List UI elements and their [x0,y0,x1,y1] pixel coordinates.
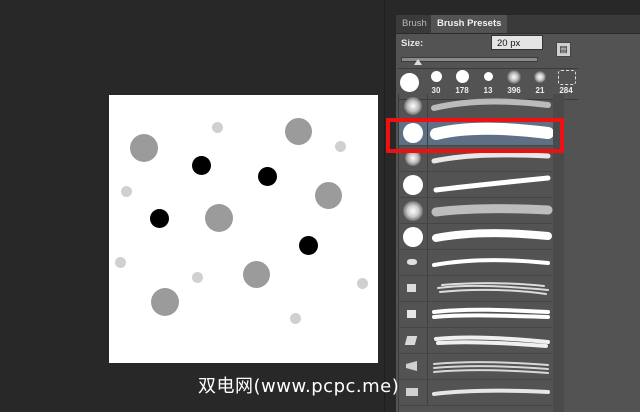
workspace-divider [384,0,385,412]
size-slider-handle[interactable] [414,59,422,65]
brush-presets-panel: Brush Brush Presets Size: 20 px ▤ 30 178… [396,15,640,412]
gray-dot [205,204,233,232]
light-dot [115,257,126,268]
light-dot [357,278,368,289]
brush-preset-item[interactable] [399,198,554,224]
light-dot [212,122,223,133]
brush-preset-item[interactable] [399,224,554,250]
brush-tip-thumbnail [399,276,428,301]
brush-tip-thumbnail [399,354,428,379]
brush-preset-item[interactable] [399,302,554,328]
brush-tip-thumbnail [399,380,428,405]
brush-preset-item[interactable] [399,250,554,276]
gray-dot [315,182,342,209]
brush-stroke-preview [428,302,554,327]
brush-stroke-preview [428,94,554,119]
black-dot [299,236,318,255]
light-dot [290,313,301,324]
gray-dot [285,118,312,145]
panel-tab-bar: Brush Brush Presets [396,15,640,34]
gray-dot [243,261,270,288]
brush-stroke-preview [428,250,554,275]
brush-preset-item[interactable] [399,94,554,120]
panel-options-icon[interactable]: ▤ [556,42,571,57]
brush-stroke-preview [428,172,554,197]
light-dot [335,141,346,152]
size-label: Size: [401,38,424,49]
brush-preset-item[interactable] [399,354,554,380]
light-dot [121,186,132,197]
light-dot [192,272,203,283]
brush-tip-thumbnail [399,94,428,119]
brush-preset-item[interactable] [399,380,554,406]
brush-preset-item[interactable] [399,172,554,198]
tab-brush[interactable]: Brush [396,15,433,33]
brush-tip-thumbnail [399,172,428,197]
tab-brush-presets[interactable]: Brush Presets [431,15,508,33]
gray-dot [151,288,179,316]
brush-tip-thumbnail [399,250,428,275]
brush-stroke-preview [428,380,554,405]
brush-preset-item[interactable] [399,276,554,302]
brush-tip-thumbnail [399,198,428,223]
gray-dot [130,134,158,162]
size-input[interactable]: 20 px [491,35,543,50]
black-dot [258,167,277,186]
brush-tip-thumbnail [399,328,428,353]
brush-stroke-preview [428,328,554,353]
brush-tip-thumbnail [399,224,428,249]
black-dot [150,209,169,228]
brush-preset-item[interactable] [399,328,554,354]
brush-stroke-preview [428,224,554,249]
watermark-text: 双电网(www.pcpc.me) [198,376,400,397]
selected-brush-highlight-box [386,118,564,153]
brush-stroke-preview [428,198,554,223]
brush-tip-thumbnail [399,302,428,327]
black-dot [192,156,211,175]
brush-stroke-preview [428,276,554,301]
brush-stroke-preview [428,354,554,379]
document-canvas[interactable] [109,95,378,363]
